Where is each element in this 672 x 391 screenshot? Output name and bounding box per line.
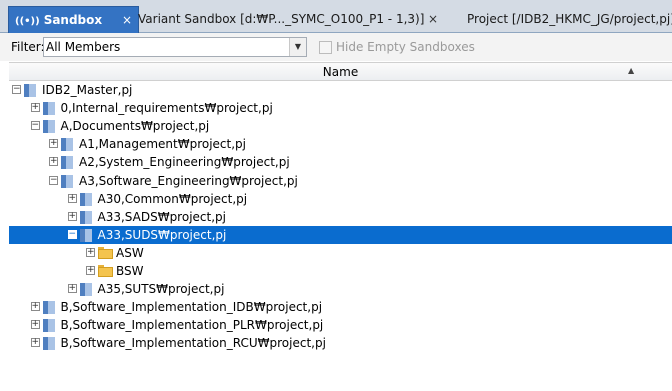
filter-value: All Members <box>46 40 121 54</box>
project-icon <box>42 301 55 315</box>
column-header-label: Name <box>322 65 359 79</box>
project-icon <box>42 337 55 351</box>
tree-row[interactable]: − A33,SUDS₩project,pj <box>9 225 672 244</box>
folder-icon <box>98 246 113 259</box>
tree-item-label: BSW <box>116 264 144 278</box>
tree-item-label: B,Software_Implementation_RCU₩project,pj <box>60 336 326 351</box>
hide-empty-checkbox[interactable] <box>319 41 332 54</box>
expand-icon[interactable]: + <box>67 193 77 203</box>
tree-row[interactable]: + A1,Management₩project,pj <box>9 135 672 153</box>
tree-row[interactable]: +0,Internal_requirements₩project,pj <box>9 99 672 117</box>
project-icon <box>61 156 73 170</box>
expand-icon[interactable]: + <box>30 320 40 330</box>
expand-icon[interactable]: + <box>67 284 77 294</box>
tree-item-label: ASW <box>116 245 144 260</box>
chevron-down-icon[interactable]: ▼ <box>289 38 306 56</box>
tree-row[interactable]: − IDB2_Master,pj <box>9 81 672 99</box>
tree-item-label: A35,SUTS₩project,pj <box>97 282 225 297</box>
tree-row[interactable]: + ASW <box>9 244 672 262</box>
tree-row[interactable]: + A2,System_Engineering₩project,pj <box>9 153 672 171</box>
project-icon <box>42 102 55 116</box>
expand-icon[interactable]: + <box>86 247 95 257</box>
collapse-icon[interactable]: − <box>49 175 58 185</box>
tree-item-label: B,Software_Implementation_PLR₩project,pj <box>60 318 324 333</box>
tree-item-label: A33,SUDS₩project,pj <box>97 227 227 242</box>
tree-item-label: A30,Common₩project,pj <box>97 191 248 206</box>
project-icon <box>79 210 92 224</box>
collapse-icon[interactable]: − <box>12 85 21 94</box>
tree-row[interactable]: + A30,Common₩project,pj <box>9 190 672 208</box>
sandbox-tree: − IDB2_Master,pj +0,Internal_requirements₩… <box>9 81 672 391</box>
tree-item-label: A,Documents₩project,pj <box>60 119 210 134</box>
project-icon <box>61 138 73 152</box>
tree-row[interactable]: + BSW <box>9 262 672 280</box>
project-icon <box>42 319 55 333</box>
tab-sandbox-label: Sandbox <box>43 13 103 27</box>
tab-bar: ((•)) Sandbox × Variant Sandbox [d:₩P..._… <box>0 0 672 33</box>
folder-icon <box>98 265 113 277</box>
tree-item-label: A33,SADS₩project,pj <box>97 209 226 224</box>
close-icon[interactable]: × <box>428 6 438 33</box>
tree-item-label: A2,System_Engineering₩project,pj <box>79 155 290 170</box>
tab-project[interactable]: Project [/IDB2_HKMC_JG/project,pj] <box>467 6 672 33</box>
expand-icon[interactable]: + <box>49 157 58 167</box>
expand-icon[interactable]: + <box>86 266 95 275</box>
expand-icon[interactable]: + <box>30 302 40 312</box>
close-icon[interactable]: × <box>122 7 132 33</box>
project-icon <box>79 228 92 242</box>
tree-row[interactable]: + A35,SUTS₩project,pj <box>9 280 672 298</box>
tree-row[interactable]: + A33,SADS₩project,pj <box>9 208 672 226</box>
tree-row[interactable]: + B,Software_Implementation_RCU₩project,p… <box>9 334 672 352</box>
tab-variant-sandbox[interactable]: Variant Sandbox [d:₩P..._SYMC_O100_P1 - … <box>138 6 442 33</box>
expand-icon[interactable]: + <box>30 338 40 348</box>
filter-dropdown[interactable]: All Members ▼ <box>43 37 307 57</box>
tree-item-label: A3,Software_Engineering₩project,pj <box>79 173 298 188</box>
tree-item-label: 0,Internal_requirements₩project,pj <box>60 101 273 116</box>
hide-empty-label: Hide Empty Sandboxes <box>336 40 475 54</box>
sort-ascending-icon: ▲ <box>628 66 635 75</box>
collapse-icon[interactable]: − <box>30 121 40 131</box>
expand-icon[interactable]: + <box>30 103 40 113</box>
project-icon <box>24 84 36 97</box>
tree-row[interactable]: − A3,Software_Engineering₩project,pj <box>9 172 672 190</box>
tree-row[interactable]: + B,Software_Implementation_PLR₩project,p… <box>9 316 672 334</box>
expand-icon[interactable]: + <box>49 139 58 149</box>
tree-item-label: IDB2_Master,pj <box>42 83 133 97</box>
column-header-name[interactable]: Name ▲ <box>9 62 672 81</box>
filter-label: Filter: <box>11 40 45 54</box>
project-icon <box>79 283 92 297</box>
sandbox-icon: ((•)) <box>15 16 40 27</box>
tab-sandbox[interactable]: ((•)) Sandbox × <box>8 6 139 33</box>
tree-item-label: A1,Management₩project,pj <box>79 137 246 152</box>
tree-row[interactable]: − A,Documents₩project,pj <box>9 117 672 135</box>
tab-project-label: Project [/IDB2_HKMC_JG/project,pj] <box>467 12 672 26</box>
project-icon <box>42 120 55 134</box>
tree-item-label: B,Software_Implementation_IDB₩project,pj <box>60 300 323 315</box>
project-icon <box>79 192 92 206</box>
tab-variant-sandbox-label: Variant Sandbox [d:₩P..._SYMC_O100_P1 - … <box>138 12 425 26</box>
expand-icon[interactable]: + <box>67 211 77 221</box>
collapse-icon[interactable]: − <box>67 229 77 239</box>
tree-row[interactable]: + B,Software_Implementation_IDB₩project,p… <box>9 298 672 316</box>
project-icon <box>61 174 73 188</box>
